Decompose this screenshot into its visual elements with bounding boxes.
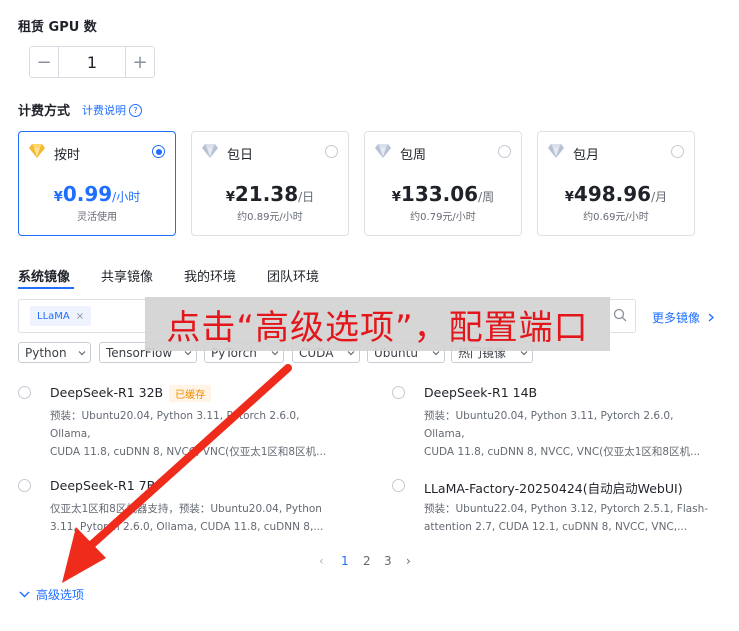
image-title[interactable]: LLaMA-Factory-20250424(自动启动WebUI) <box>424 478 683 497</box>
advanced-options-toggle[interactable]: 高级选项 <box>19 586 84 603</box>
tab-image-source[interactable]: 团队环境 <box>267 266 319 285</box>
price-unit: /月 <box>651 190 668 204</box>
plan-card[interactable]: 包月 ¥498.96/月 约0.69元/小时 <box>537 131 695 236</box>
tab-image-source[interactable]: 共享镜像 <box>101 266 153 285</box>
price-unit: /小时 <box>112 190 141 204</box>
billing-help-link[interactable]: 计费说明? <box>82 102 143 118</box>
plan-radio[interactable] <box>498 145 511 158</box>
image-desc-line: CUDA 11.8, cuDNN 8, NVCC, VNC(仅亚太1区和8区机.… <box>50 446 327 458</box>
chevron-down-icon <box>78 350 86 355</box>
image-title-label: DeepSeek-R1 32B <box>50 385 164 400</box>
plan-card[interactable]: 包周 ¥133.06/周 约0.79元/小时 <box>364 131 522 236</box>
plan-name: 包日 <box>227 148 254 163</box>
prev-page-button[interactable]: ‹ <box>319 554 324 568</box>
price-currency: ¥ <box>225 190 235 205</box>
price-currency: ¥ <box>564 190 574 205</box>
silver-diamond-icon <box>375 144 391 158</box>
billing-header: 计费方式 计费说明? <box>18 100 143 119</box>
price-amount: 21.38 <box>234 182 299 206</box>
plan-card[interactable]: 包日 ¥21.38/日 约0.89元/小时 <box>191 131 349 236</box>
filter-chip: LLaMA × <box>30 306 92 326</box>
plan-price: ¥21.38/日 <box>192 182 348 206</box>
image-desc-line: attention 2.7, CUDA 12.1, cuDNN 8, NVCC,… <box>424 521 688 533</box>
gold-diamond-icon <box>29 144 45 158</box>
billing-help-link-label: 计费说明 <box>82 103 127 117</box>
plan-name: 包月 <box>573 148 600 163</box>
filter-dropdown[interactable]: Python <box>18 342 91 363</box>
gpu-count-value[interactable]: 1 <box>58 47 126 77</box>
plan-name: 按时 <box>54 148 81 163</box>
plan-price: ¥133.06/周 <box>365 182 521 206</box>
plan-radio[interactable] <box>325 145 338 158</box>
image-desc-line: 预装：Ubuntu20.04, Python 3.11, Pytorch 2.6… <box>424 410 674 440</box>
cached-badge: 已缓存 <box>169 385 212 402</box>
search-icon[interactable] <box>613 308 627 322</box>
silver-diamond-icon <box>202 144 218 158</box>
chevron-right-icon <box>708 313 714 322</box>
image-radio[interactable] <box>18 479 31 492</box>
active-tab-indicator <box>18 287 74 289</box>
plan-radio[interactable] <box>671 145 684 158</box>
image-desc-line: 预装：Ubuntu22.04, Python 3.12, Pytorch 2.5… <box>424 503 709 515</box>
page-number[interactable]: 2 <box>363 554 371 568</box>
more-images-label: 更多镜像 <box>652 311 701 325</box>
image-title-label: DeepSeek-R1 14B <box>424 385 538 400</box>
silver-diamond-icon <box>548 144 564 158</box>
image-radio[interactable] <box>392 386 405 399</box>
plan-name: 包周 <box>400 148 427 163</box>
image-title[interactable]: DeepSeek-R1 7B <box>50 478 155 493</box>
image-description: 仅亚太1区和8区机器支持，预装：Ubuntu20.04, Python 3.11… <box>50 500 340 536</box>
price-amount: 0.99 <box>62 182 113 206</box>
plan-radio[interactable] <box>152 145 165 158</box>
price-unit: /日 <box>298 190 315 204</box>
price-amount: 498.96 <box>573 182 652 206</box>
chevron-down-icon <box>19 591 30 598</box>
gpu-count-title: 租赁 GPU 数 <box>18 20 97 35</box>
plan-card[interactable]: 按时 ¥0.99/小时 灵活使用 <box>18 131 176 236</box>
image-desc-line: 预装：Ubuntu20.04, Python 3.11, Pytorch 2.6… <box>50 410 300 440</box>
tab-image-source[interactable]: 我的环境 <box>184 266 236 285</box>
advanced-options-label: 高级选项 <box>36 588 85 602</box>
plan-subtitle: 约0.79元/小时 <box>410 212 476 223</box>
increment-button[interactable]: + <box>126 47 154 77</box>
image-radio[interactable] <box>18 386 31 399</box>
more-images-link[interactable]: 更多镜像 <box>652 309 715 326</box>
price-currency: ¥ <box>391 190 401 205</box>
plan-price: ¥0.99/小时 <box>19 182 175 206</box>
decrement-button[interactable]: − <box>30 47 58 77</box>
help-circle-icon[interactable]: ? <box>129 104 143 117</box>
next-page-button[interactable]: › <box>406 554 411 568</box>
filter-chip-label: LLaMA <box>37 310 70 322</box>
page-number[interactable]: 3 <box>384 554 392 568</box>
image-description: 预装：Ubuntu20.04, Python 3.11, Pytorch 2.6… <box>50 407 340 461</box>
image-title-label: DeepSeek-R1 7B <box>50 478 156 493</box>
billing-title: 计费方式 <box>18 104 71 119</box>
image-desc-line: CUDA 11.8, cuDNN 8, NVCC, VNC(仅亚太1区和8区机.… <box>424 446 701 458</box>
image-radio[interactable] <box>392 479 405 492</box>
image-description: 预装：Ubuntu20.04, Python 3.11, Pytorch 2.6… <box>424 407 714 461</box>
plan-price: ¥498.96/月 <box>538 182 694 206</box>
image-title[interactable]: DeepSeek-R1 32B 已缓存 <box>50 385 212 402</box>
price-amount: 133.06 <box>400 182 479 206</box>
price-unit: /周 <box>478 190 495 204</box>
filter-label: Python <box>25 345 67 360</box>
image-desc-line: 3.11, Pytorch 2.6.0, Ollama, CUDA 11.8, … <box>50 521 324 533</box>
plan-subtitle: 约0.89元/小时 <box>237 212 303 223</box>
gpu-quantity-stepper: − 1 + <box>29 46 155 78</box>
tab-image-source[interactable]: 系统镜像 <box>18 266 70 285</box>
chip-close-icon[interactable]: × <box>76 311 84 322</box>
annotation-callout: 点击“高级选项”，配置端口 <box>145 297 610 351</box>
plan-subtitle: 约0.69元/小时 <box>583 212 649 223</box>
price-currency: ¥ <box>53 190 63 205</box>
image-desc-line: 仅亚太1区和8区机器支持，预装：Ubuntu20.04, Python <box>50 503 322 515</box>
image-title-label: LLaMA-Factory-20250424(自动启动WebUI) <box>424 481 683 496</box>
image-title[interactable]: DeepSeek-R1 14B <box>424 385 537 400</box>
plan-subtitle: 灵活使用 <box>77 212 117 223</box>
image-description: 预装：Ubuntu22.04, Python 3.12, Pytorch 2.5… <box>424 500 714 536</box>
page-number[interactable]: 1 <box>341 554 349 568</box>
